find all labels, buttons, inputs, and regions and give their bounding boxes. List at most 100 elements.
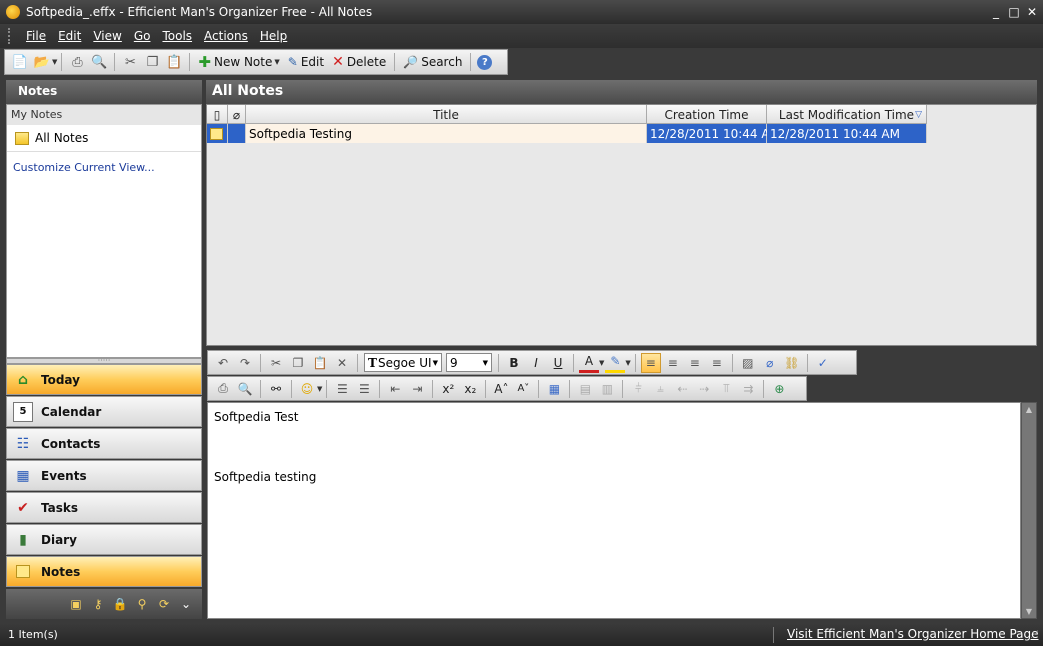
cut-icon[interactable]: ✂ [266,353,286,373]
copy-icon[interactable]: ❐ [143,53,161,71]
justify-icon[interactable]: ≡ [707,353,727,373]
menu-go[interactable]: Go [128,29,157,43]
insert-table-icon[interactable]: ▦ [544,379,564,399]
emoticon-dropdown-icon[interactable]: ▼ [317,385,322,393]
search-button[interactable]: 🔎 Search [399,55,466,69]
editor-scrollbar[interactable]: ▲ ▼ [1021,402,1037,619]
column-last-modification[interactable]: Last Modification Time ▽ [767,105,927,124]
column-title[interactable]: Title [246,105,647,124]
note-editor[interactable]: Softpedia Test Softpedia testing [207,402,1021,619]
print-preview-icon[interactable]: 🔍 [90,53,108,71]
lock-icon[interactable]: 🔒 [112,596,128,612]
table-insert-column-icon[interactable]: ▥ [597,379,617,399]
table-move-left-icon[interactable]: ⇠ [672,379,692,399]
font-color-icon[interactable]: A [579,353,599,373]
subscript-icon[interactable]: x₂ [460,379,480,399]
web-link-icon[interactable]: ⊕ [769,379,789,399]
table-delete-icon[interactable]: ⫪ [716,379,736,399]
align-center-icon[interactable]: ≡ [663,353,683,373]
nav-tasks[interactable]: ✔ Tasks [6,492,202,523]
bullet-list-icon[interactable]: ☰ [332,379,352,399]
align-left-icon[interactable]: ≡ [640,352,661,373]
filter-icon[interactable]: ▽ [915,110,922,120]
folder-item-all-notes[interactable]: All Notes [7,125,201,152]
decrease-indent-icon[interactable]: ⇤ [385,379,405,399]
new-note-dropdown-icon[interactable]: ▼ [274,58,279,66]
scroll-down-icon[interactable]: ▼ [1022,607,1036,616]
emoticon-icon[interactable]: ☺ [297,379,317,399]
grow-font-icon[interactable]: A˄ [491,379,511,399]
nav-events[interactable]: ▦ Events [6,460,202,491]
superscript-icon[interactable]: x² [438,379,458,399]
nav-notes[interactable]: Notes [6,556,202,587]
align-right-icon[interactable]: ≡ [685,353,705,373]
notes-small-icon[interactable]: ▣ [68,596,84,612]
menu-file[interactable]: File [20,29,52,43]
table-merge-icon[interactable]: ⫨ [650,379,670,399]
edit-button[interactable]: ✎ Edit [284,55,328,69]
font-family-select[interactable]: T Segoe UI ▼ [364,353,442,372]
close-button[interactable]: ✕ [1024,4,1040,20]
delete-button[interactable]: ✕ Delete [328,54,390,70]
table-row[interactable]: Softpedia Testing 12/28/2011 10:44 AM 12… [207,124,927,143]
table-split-icon[interactable]: ⫩ [628,379,648,399]
numbered-list-icon[interactable]: ☰ [354,379,374,399]
print-preview-icon[interactable]: 🔍 [235,379,255,399]
maximize-button[interactable]: □ [1006,4,1022,20]
attachment-icon[interactable]: ⌀ [760,353,780,373]
shrink-font-icon[interactable]: A˅ [513,379,533,399]
table-insert-row-icon[interactable]: ▤ [575,379,595,399]
underline-icon[interactable]: U [548,353,568,373]
table-move-right-icon[interactable]: ⇢ [694,379,714,399]
scroll-up-icon[interactable]: ▲ [1022,405,1036,414]
nav-diary[interactable]: ▮ Diary [6,524,202,555]
print-icon[interactable]: ⎙ [213,379,233,399]
highlight-dropdown-icon[interactable]: ▼ [625,359,630,367]
paste-icon[interactable]: 📋 [165,53,183,71]
column-creation-time[interactable]: Creation Time [647,105,767,124]
increase-indent-icon[interactable]: ⇥ [407,379,427,399]
print-icon[interactable]: ⎙ [68,53,86,71]
find-icon[interactable]: ⚯ [266,379,286,399]
bold-icon[interactable]: B [504,353,524,373]
minimize-button[interactable]: _ [988,4,1004,20]
insert-image-icon[interactable]: ▨ [738,353,758,373]
cut-icon[interactable]: ✂ [121,53,139,71]
more-chevron-icon[interactable]: ⌄ [178,596,194,612]
menu-help[interactable]: Help [254,29,293,43]
menu-actions[interactable]: Actions [198,29,254,43]
highlight-icon[interactable]: ✎ [605,353,626,373]
sync-icon[interactable]: ⟳ [156,596,172,612]
menu-tools[interactable]: Tools [156,29,198,43]
paste-icon[interactable]: 📋 [310,353,330,373]
nav-today[interactable]: ⌂ Today [6,364,202,395]
new-file-icon[interactable]: 📄 [11,53,29,71]
menu-view[interactable]: View [87,29,127,43]
help-icon[interactable]: ? [477,54,493,70]
homepage-link[interactable]: Visit Efficient Man's Organizer Home Pag… [787,627,1039,641]
new-note-button[interactable]: ✚ New Note ▼ [194,53,283,71]
attachment-column-icon[interactable]: ⌀ [228,105,246,124]
font-color-dropdown-icon[interactable]: ▼ [599,359,604,367]
nav-contacts[interactable]: ☷ Contacts [6,428,202,459]
spellcheck-icon[interactable]: ✓ [813,353,833,373]
nav-calendar[interactable]: 5 Calendar [6,396,202,427]
redo-icon[interactable]: ↷ [235,353,255,373]
search-small-icon[interactable]: ⚲ [134,596,150,612]
italic-icon[interactable]: I [526,353,546,373]
customize-view-link[interactable]: Customize Current View... [7,152,201,183]
note-type-column-icon[interactable]: ▯ [207,105,228,124]
resize-grip-icon[interactable]: ⋰ [1030,630,1039,640]
hyperlink-icon[interactable]: ⛓ [782,353,802,373]
undo-icon[interactable]: ↶ [213,353,233,373]
open-folder-icon[interactable]: 📂 [33,53,51,71]
open-dropdown-icon[interactable]: ▼ [52,58,57,66]
clear-icon[interactable]: ✕ [332,353,352,373]
font-size-select[interactable]: 9 ▼ [446,353,492,372]
copy-icon[interactable]: ❐ [288,353,308,373]
menu-edit[interactable]: Edit [52,29,87,43]
key-icon[interactable]: ⚷ [90,596,106,612]
row-title[interactable]: Softpedia Testing [246,124,647,143]
menu-grip[interactable] [8,28,12,44]
table-properties-icon[interactable]: ⇉ [738,379,758,399]
